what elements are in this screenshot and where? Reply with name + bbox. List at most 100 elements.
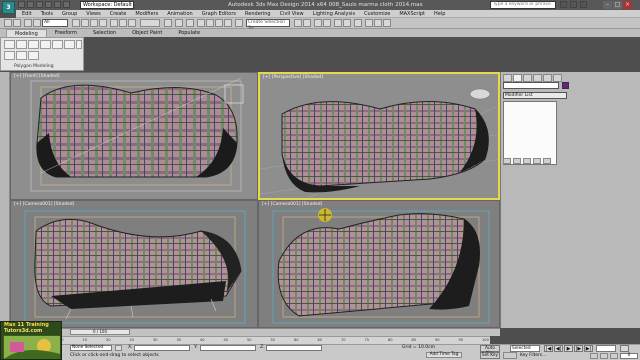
pan-icon[interactable]: [600, 353, 608, 359]
keyboard-shortcut-icon[interactable]: [186, 19, 194, 27]
make-unique-icon[interactable]: [523, 158, 531, 164]
menu-item-civil-view[interactable]: Civil View: [280, 11, 304, 17]
new-file-icon[interactable]: [18, 1, 25, 8]
pivot-icon[interactable]: [164, 19, 172, 27]
preview-off-icon[interactable]: [28, 51, 39, 60]
link-icon[interactable]: [24, 19, 32, 27]
utilities-tab-icon[interactable]: [553, 74, 562, 82]
auto-key-button[interactable]: Auto Key: [480, 345, 500, 356]
goto-start-icon[interactable]: |◀: [544, 345, 553, 352]
show-end-result-icon[interactable]: [16, 51, 27, 60]
tab-populate[interactable]: Populate: [170, 29, 208, 37]
pin-stack-icon[interactable]: [503, 158, 511, 164]
viewport-perspective[interactable]: [+] [Perspective] [Shaded]: [258, 72, 500, 200]
viewport-label[interactable]: [+] [Camera001] [Shaded]: [262, 202, 322, 207]
menu-item-edit[interactable]: Edit: [22, 11, 32, 17]
minimize-button[interactable]: –: [603, 1, 612, 9]
redo-icon[interactable]: [54, 1, 61, 8]
workspace-select[interactable]: Workspace: Default: [80, 1, 134, 9]
next-frame-icon[interactable]: |▶: [574, 345, 583, 352]
menu-item-rendering[interactable]: Rendering: [245, 11, 271, 17]
spinner-snap-icon[interactable]: [224, 19, 232, 27]
add-time-tag-button[interactable]: Add Time Tag: [426, 352, 462, 358]
menu-item-group[interactable]: Group: [62, 11, 77, 17]
vertex-icon[interactable]: [16, 40, 27, 49]
motion-tab-icon[interactable]: [533, 74, 542, 82]
current-frame-field[interactable]: [596, 345, 616, 352]
tab-object-paint[interactable]: Object Paint: [124, 29, 170, 37]
viewport-label[interactable]: [+] [Camera001] [Shaded]: [14, 202, 74, 207]
border-icon[interactable]: [40, 40, 51, 49]
key-filters-button[interactable]: Key Filters...: [520, 353, 546, 358]
rendered-frame-icon[interactable]: [374, 19, 382, 27]
menu-item-lighting-analysis[interactable]: Lighting Analysis: [313, 11, 355, 17]
viewport-label[interactable]: [+] [Front] [Shaded]: [14, 74, 60, 79]
move-icon[interactable]: [110, 19, 118, 27]
menu-item-animation[interactable]: Animation: [167, 11, 193, 17]
percent-snap-icon[interactable]: [215, 19, 223, 27]
selection-filter-select[interactable]: All: [42, 19, 68, 27]
tab-modeling[interactable]: Modeling: [6, 29, 47, 37]
edit-named-sel-icon[interactable]: [235, 19, 243, 27]
scale-icon[interactable]: [128, 19, 136, 27]
polygon-modeling-label[interactable]: Polygon Modeling: [14, 64, 54, 69]
project-folder-icon[interactable]: [63, 1, 70, 8]
z-coord-field[interactable]: [266, 345, 322, 351]
help-icon[interactable]: [580, 1, 587, 8]
maximize-button[interactable]: □: [613, 1, 622, 9]
edge-icon[interactable]: [28, 40, 39, 49]
element-icon[interactable]: [64, 40, 75, 49]
set-key-button[interactable]: Set Key: [480, 352, 500, 359]
menu-item-graph-editors[interactable]: Graph Editors: [202, 11, 236, 17]
time-config-icon[interactable]: [620, 345, 629, 352]
modify-mode-icon[interactable]: [4, 40, 15, 49]
viewport-label[interactable]: [+] [Perspective] [Shaded]: [263, 75, 323, 80]
snaps-toggle-icon[interactable]: [197, 19, 205, 27]
graphite-toggle-icon[interactable]: [323, 19, 331, 27]
configure-sets-icon[interactable]: [543, 158, 551, 164]
create-tab-icon[interactable]: [503, 74, 512, 82]
menu-item-tools[interactable]: Tools: [41, 11, 53, 17]
menu-item-customize[interactable]: Customize: [364, 11, 390, 17]
polygon-icon[interactable]: [52, 40, 63, 49]
orbit-icon[interactable]: [610, 353, 618, 359]
info-icon[interactable]: [570, 1, 577, 8]
render-production-icon[interactable]: [383, 19, 391, 27]
unlink-icon[interactable]: [33, 19, 41, 27]
display-tab-icon[interactable]: [543, 74, 552, 82]
modify-tab-icon[interactable]: [513, 74, 522, 82]
select-by-name-icon[interactable]: [81, 19, 89, 27]
modifier-list-select[interactable]: Modifier List: [503, 92, 567, 99]
save-file-icon[interactable]: [36, 1, 43, 8]
hierarchy-tab-icon[interactable]: [523, 74, 532, 82]
reference-coord-select[interactable]: [140, 19, 160, 27]
menu-item-maxscript[interactable]: MAXScript: [399, 11, 425, 17]
modifier-stack[interactable]: [503, 101, 557, 165]
search-input[interactable]: Type a keyword or phrase: [490, 1, 556, 9]
time-slider-thumb[interactable]: 0 / 100: [70, 329, 130, 335]
binoculars-icon[interactable]: [560, 1, 567, 8]
manipulate-icon[interactable]: [175, 19, 183, 27]
menu-item-views[interactable]: Views: [86, 11, 100, 17]
named-selection-set-select[interactable]: Create Selection Se: [246, 19, 290, 31]
track-ruler[interactable]: 0510152025303540455055606570758085909510…: [10, 336, 490, 344]
angle-snap-icon[interactable]: [206, 19, 214, 27]
y-coord-field[interactable]: [200, 345, 256, 351]
menu-item-help[interactable]: Help: [434, 11, 445, 17]
tab-freeform[interactable]: Freeform: [47, 29, 85, 37]
object-color-swatch[interactable]: [562, 82, 569, 89]
render-setup-icon[interactable]: [365, 19, 373, 27]
curve-editor-icon[interactable]: [334, 19, 342, 27]
key-icon[interactable]: [503, 352, 517, 359]
redo-tool-icon[interactable]: [13, 19, 21, 27]
object-name-field[interactable]: [503, 82, 559, 89]
app-logo-button[interactable]: 3: [2, 1, 15, 14]
prev-frame-icon[interactable]: ◀|: [554, 345, 563, 352]
undo-tool-icon[interactable]: [4, 19, 12, 27]
menu-item-create[interactable]: Create: [110, 11, 127, 17]
undo-icon[interactable]: [45, 1, 52, 8]
zoom-icon[interactable]: [590, 353, 598, 359]
layer-manager-icon[interactable]: [314, 19, 322, 27]
menu-item-modifiers[interactable]: Modifiers: [135, 11, 158, 17]
viewport-camera-right[interactable]: [+] [Camera001] [Shaded]: [258, 200, 500, 328]
